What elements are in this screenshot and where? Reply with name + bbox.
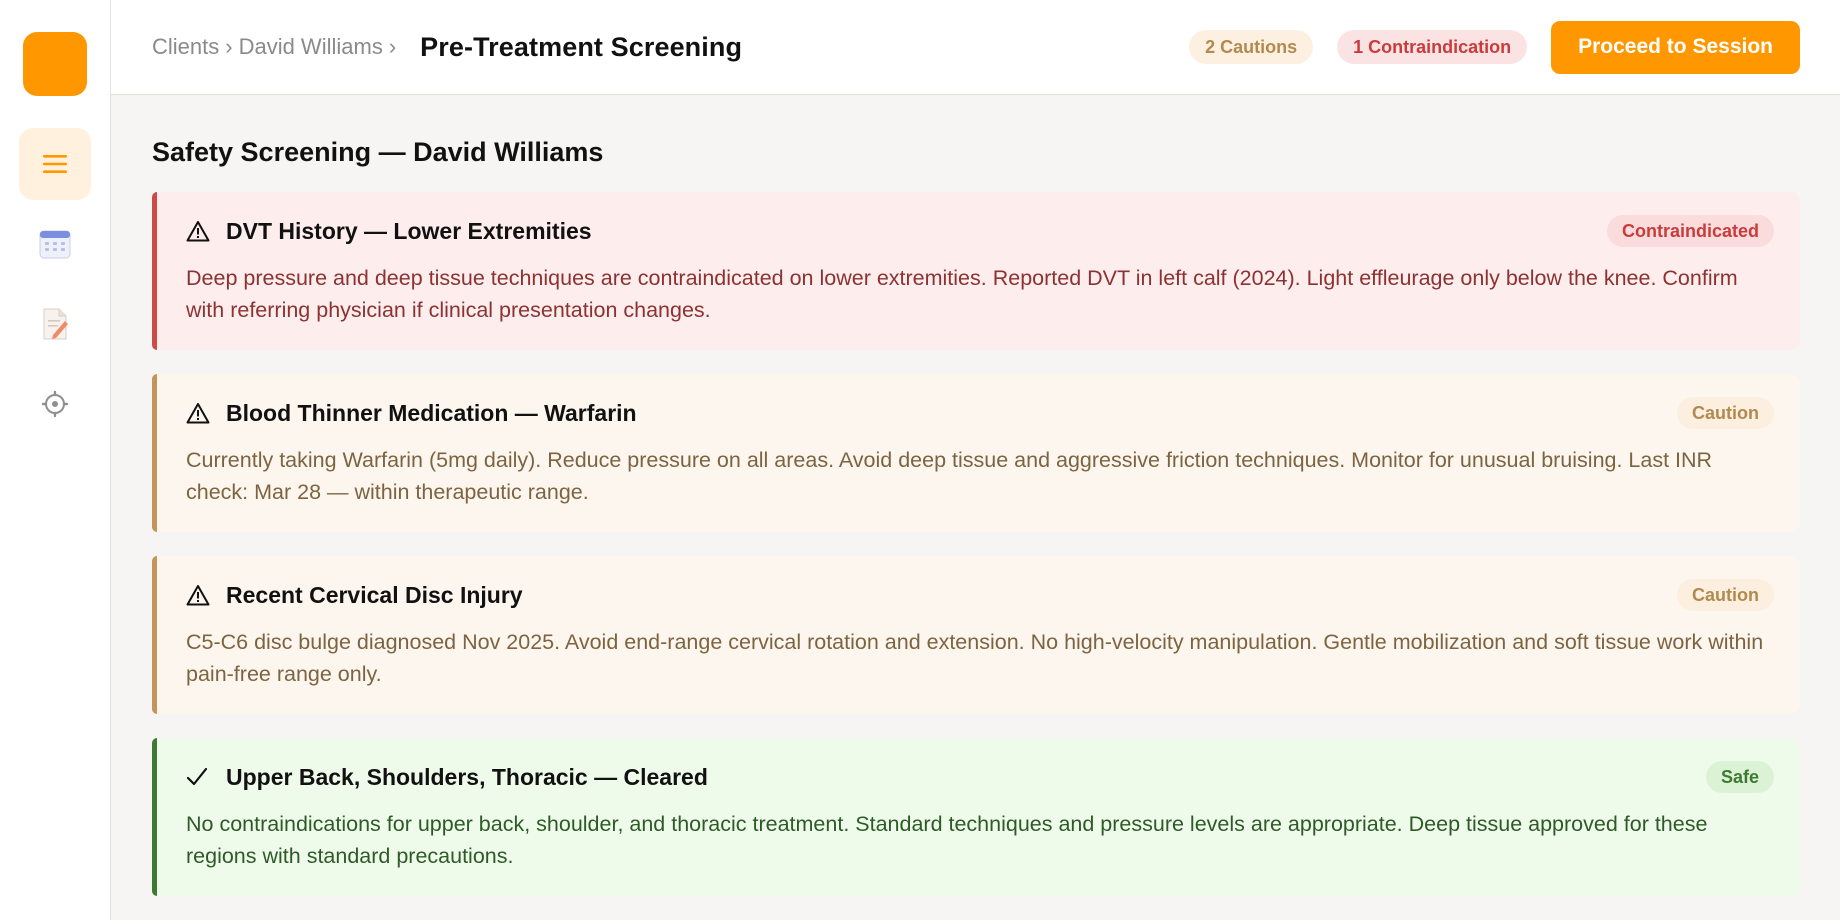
check-icon [186, 767, 216, 787]
proceed-to-session-button[interactable]: Proceed to Session [1551, 20, 1800, 74]
card-header: Upper Back, Shoulders, Thoracic — Cleare… [186, 760, 1774, 794]
card-description: C5-C6 disc bulge diagnosed Nov 2025. Avo… [186, 630, 1764, 686]
sidebar-item-notes[interactable] [19, 288, 91, 360]
card-description: Deep pressure and deep tissue techniques… [186, 266, 1738, 322]
main-area: Clients › David Williams › Pre-Treatment… [111, 0, 1840, 920]
status-badge: Contraindicated [1606, 215, 1774, 247]
cautions-count-pill: 2 Cautions [1189, 30, 1314, 64]
app-logo[interactable] [23, 32, 87, 96]
screening-card-cervical: Recent Cervical Disc Injury Caution C5-C… [152, 556, 1800, 714]
card-header: Blood Thinner Medication — Warfarin Caut… [186, 396, 1774, 430]
screening-card-warfarin: Blood Thinner Medication — Warfarin Caut… [152, 374, 1800, 532]
card-title: Recent Cervical Disc Injury [226, 581, 523, 608]
breadcrumb-separator: › [388, 34, 397, 59]
warning-icon [186, 402, 216, 424]
gear-icon [41, 390, 69, 418]
section-title: Safety Screening — David Williams [152, 137, 604, 167]
top-bar: Clients › David Williams › Pre-Treatment… [111, 0, 1840, 95]
warning-icon [186, 584, 216, 606]
screening-card-cleared: Upper Back, Shoulders, Thoracic — Cleare… [152, 738, 1800, 896]
card-header: Recent Cervical Disc Injury Caution [186, 578, 1774, 612]
card-title: DVT History — Lower Extremities [226, 217, 592, 244]
sidebar-item-calendar[interactable] [19, 208, 91, 280]
breadcrumb-separator: › [225, 34, 233, 59]
status-badge: Caution [1677, 579, 1774, 611]
contraindication-count-pill: 1 Contraindication [1337, 30, 1528, 64]
document-icon [39, 307, 71, 341]
card-title: Blood Thinner Medication — Warfarin [226, 399, 637, 426]
screening-content: Safety Screening — David Williams DVT Hi… [111, 95, 1840, 920]
sidebar [0, 0, 111, 920]
breadcrumb-client-name[interactable]: David Williams [239, 34, 383, 60]
app-shell: Clients › David Williams › Pre-Treatment… [0, 0, 1840, 920]
breadcrumb: Clients › David Williams › [152, 34, 402, 60]
calendar-icon [38, 227, 72, 261]
sidebar-item-settings[interactable] [19, 368, 91, 440]
status-badge: Caution [1677, 397, 1774, 429]
card-description: Currently taking Warfarin (5mg daily). R… [186, 448, 1713, 504]
page-title: Pre-Treatment Screening [420, 31, 743, 62]
sidebar-item-list[interactable] [19, 128, 91, 200]
card-description: No contraindications for upper back, sho… [186, 812, 1708, 868]
status-badge: Safe [1705, 761, 1774, 793]
list-icon [41, 152, 69, 176]
breadcrumb-clients[interactable]: Clients [152, 34, 219, 60]
screening-card-dvt: DVT History — Lower Extremities Contrain… [152, 192, 1800, 350]
card-title: Upper Back, Shoulders, Thoracic — Cleare… [226, 763, 708, 790]
warning-icon [186, 220, 216, 242]
card-header: DVT History — Lower Extremities Contrain… [186, 214, 1774, 248]
